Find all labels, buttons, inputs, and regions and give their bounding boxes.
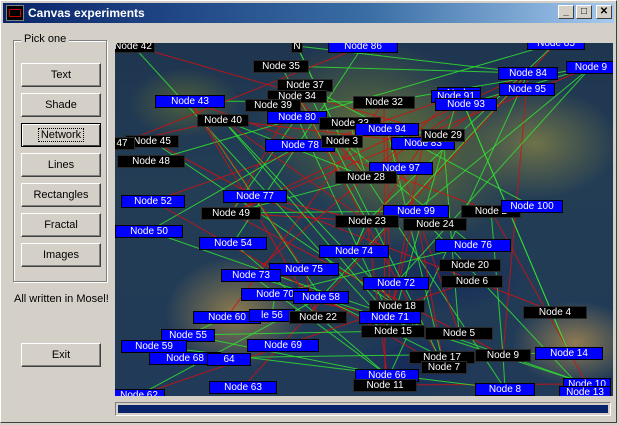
network-node[interactable]: Node 43 [155,95,225,108]
network-edge [383,101,386,386]
text-button[interactable]: Text [21,63,101,87]
mosel-note: All written in Mosel! [14,293,109,305]
network-edge [280,65,529,74]
network-node[interactable]: Node 20 [439,259,501,272]
network-node[interactable]: Node 63 [209,381,277,394]
images-button-label: Images [42,249,80,261]
network-node[interactable]: 64 [207,353,251,366]
network-node[interactable]: Node 8 [475,383,535,396]
network-node[interactable]: Node 7 [421,361,467,374]
network-node[interactable]: Node 94 [355,123,419,136]
network-node[interactable]: Node 84 [498,67,558,80]
exit-button[interactable]: Exit [21,343,101,367]
network-node[interactable]: Node 35 [253,60,309,73]
network-node[interactable]: Node 58 [293,291,349,304]
network-node[interactable]: Node 95 [499,83,555,96]
network-node[interactable]: Node 32 [353,96,415,109]
lines-button-label: Lines [47,159,75,171]
exit-button-label: Exit [51,349,71,361]
network-node[interactable]: Node 9 [475,349,531,362]
network-node[interactable]: Node 93 [435,98,497,111]
network-node[interactable]: Node 11 [353,379,417,392]
network-node[interactable]: Node 29 [421,129,465,142]
network-edge [151,140,256,197]
network-node[interactable]: Node 9 [566,61,613,74]
rectangles-button-label: Rectangles [33,189,89,201]
network-node[interactable]: 47 [115,137,135,150]
network-node[interactable]: Node 49 [201,207,261,220]
network-node[interactable]: Node 5 [425,327,493,340]
maximize-button[interactable]: □ [576,5,592,19]
network-node[interactable]: Node 48 [117,155,185,168]
network-node[interactable]: Node 54 [199,237,267,250]
network-node[interactable]: Node 100 [501,200,563,213]
network-node[interactable]: Node 6 [441,275,503,288]
fractal-button-label: Fractal [44,219,78,231]
network-node[interactable]: Node 40 [197,114,249,127]
network-node[interactable]: Node 15 [361,325,425,338]
network-node[interactable]: Node 72 [363,277,429,290]
network-node[interactable]: Node 73 [221,269,281,282]
network-button[interactable]: Network [21,123,101,147]
network-node[interactable]: Node 14 [535,347,603,360]
app-icon [6,5,24,21]
images-button[interactable]: Images [21,243,101,267]
network-node[interactable]: N [291,43,303,53]
fractal-button[interactable]: Fractal [21,213,101,237]
window-controls: _ □ ✕ [558,5,612,19]
network-node[interactable]: Node 69 [247,339,319,352]
progress-fill [118,405,608,413]
network-node[interactable]: Node 77 [223,190,287,203]
network-node[interactable]: Node 52 [121,195,185,208]
network-node[interactable]: Node 13 [559,386,611,396]
network-node[interactable]: Node 85 [527,43,585,50]
rectangles-button[interactable]: Rectangles [21,183,101,207]
network-node[interactable]: Node 42 [115,43,155,53]
network-node[interactable]: Node 23 [335,215,399,228]
title-bar[interactable]: Canvas experiments _ □ ✕ [3,3,614,23]
network-button-label: Network [37,128,85,142]
network-node[interactable]: Node 4 [523,306,587,319]
text-button-label: Text [50,69,72,81]
network-node[interactable]: Node 62 [115,389,165,396]
network-node[interactable]: Node 80 [267,111,327,124]
network-node[interactable]: Node 3 [321,135,363,148]
progress-bar [115,402,611,416]
minimize-button[interactable]: _ [558,5,574,19]
lines-button[interactable]: Lines [21,153,101,177]
network-node[interactable]: Node 22 [289,311,347,324]
network-node[interactable]: Node 50 [115,225,183,238]
network-edge [442,134,460,334]
shade-button[interactable]: Shade [21,93,101,117]
network-node[interactable]: Node 76 [435,239,511,252]
network-node[interactable]: Node 86 [328,43,398,53]
network-canvas[interactable]: Node 42 N Node 86 Node 85 Node 35 Node 84 Node… [115,43,613,396]
shade-button-label: Shade [45,99,77,111]
network-node[interactable]: Node 24 [403,218,467,231]
network-node[interactable]: Node 71 [359,311,421,324]
network-node[interactable]: Node 74 [319,245,389,258]
group-label: Pick one [21,33,70,45]
window-title: Canvas experiments [28,6,145,20]
close-button[interactable]: ✕ [596,5,612,19]
network-node[interactable]: Node 28 [335,171,397,184]
